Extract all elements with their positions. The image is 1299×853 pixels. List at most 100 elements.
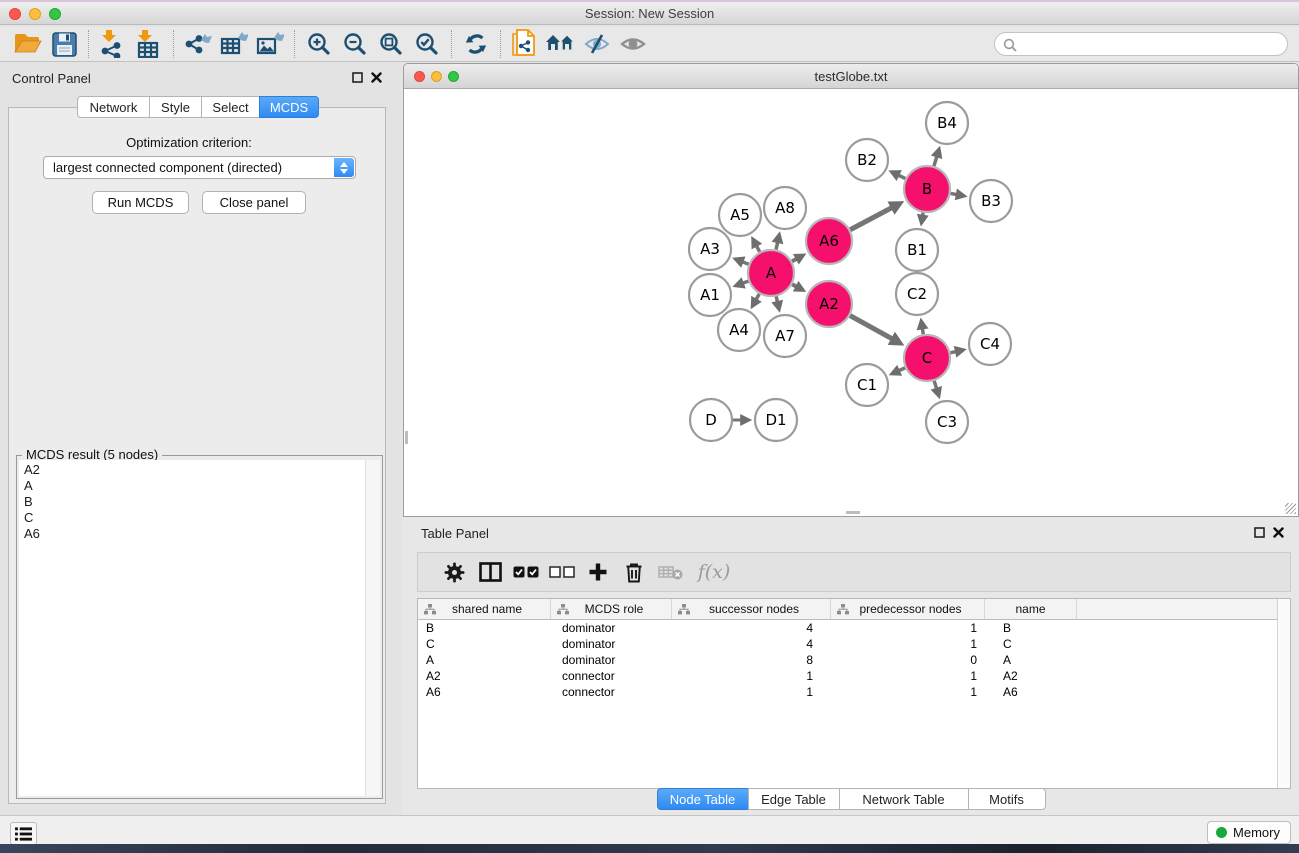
deselect-all-button[interactable] — [544, 556, 580, 588]
tab-network[interactable]: Network — [77, 96, 150, 118]
table-row[interactable]: A2connector11A2 — [418, 668, 1290, 684]
graph-node-C[interactable]: C — [904, 335, 950, 381]
column-header-name[interactable]: name — [985, 599, 1077, 619]
table-vertical-scrollbar[interactable] — [1277, 599, 1290, 788]
table-cell[interactable]: connector — [551, 669, 672, 683]
table-cell[interactable]: dominator — [551, 637, 672, 651]
criterion-dropdown[interactable]: largest connected component (directed) — [43, 156, 356, 179]
close-panel-icon[interactable] — [1273, 527, 1284, 538]
graph-node-C2[interactable]: C2 — [896, 273, 938, 315]
add-column-button[interactable] — [580, 556, 616, 588]
result-list-item[interactable]: A2 — [24, 462, 365, 478]
table-cell[interactable]: A2 — [985, 669, 1077, 683]
zoom-in-button[interactable] — [301, 28, 337, 60]
table-cell[interactable]: 1 — [831, 621, 985, 635]
table-cell[interactable]: 1 — [831, 685, 985, 699]
table-cell[interactable]: C — [418, 637, 551, 651]
graph-edge-A-A6[interactable] — [792, 255, 803, 261]
table-cell[interactable]: B — [985, 621, 1077, 635]
graph-node-C4[interactable]: C4 — [969, 323, 1011, 365]
graph-node-A1[interactable]: A1 — [689, 274, 731, 316]
graph-node-A5[interactable]: A5 — [719, 194, 761, 236]
zoom-fit-button[interactable] — [373, 28, 409, 60]
result-list-item[interactable]: C — [24, 510, 365, 526]
result-list-scrollbar[interactable] — [365, 460, 380, 796]
graph-node-A8[interactable]: A8 — [764, 187, 806, 229]
graph-edge-C-C3[interactable] — [934, 381, 938, 395]
result-list-item[interactable]: A6 — [24, 526, 365, 542]
graph-node-C3[interactable]: C3 — [926, 401, 968, 443]
show-all-button[interactable] — [615, 28, 651, 60]
table-row[interactable]: Adominator80A — [418, 652, 1290, 668]
refresh-network-button[interactable] — [458, 28, 494, 60]
open-session-button[interactable] — [10, 28, 46, 60]
table-cell[interactable]: 1 — [672, 669, 831, 683]
graph-edge-A-A1[interactable] — [736, 281, 748, 285]
graph-edge-B-B4[interactable] — [934, 150, 939, 166]
graph-edge-A6-B[interactable] — [850, 204, 899, 230]
result-list-item[interactable]: A — [24, 478, 365, 494]
export-image-button[interactable] — [252, 28, 288, 60]
graph-node-A2[interactable]: A2 — [806, 281, 852, 327]
float-panel-icon[interactable] — [352, 72, 363, 83]
graph-node-B3[interactable]: B3 — [970, 180, 1012, 222]
search-input[interactable] — [1021, 34, 1281, 54]
run-mcds-button[interactable]: Run MCDS — [92, 191, 189, 214]
table-row[interactable]: Bdominator41B — [418, 620, 1290, 636]
toggle-columns-button[interactable] — [472, 556, 508, 588]
hide-selected-button[interactable] — [579, 28, 615, 60]
table-cell[interactable]: A6 — [985, 685, 1077, 699]
network-horizontal-scrollbar[interactable] — [846, 511, 860, 514]
table-cell[interactable]: connector — [551, 685, 672, 699]
result-list-item[interactable]: B — [24, 494, 365, 510]
window-resize-grip[interactable] — [1285, 503, 1296, 514]
table-row[interactable]: Cdominator41C — [418, 636, 1290, 652]
graph-edge-A-A3[interactable] — [736, 259, 749, 264]
column-header-shared-name[interactable]: shared name — [418, 599, 551, 619]
column-header-mcds-role[interactable]: MCDS role — [551, 599, 672, 619]
first-neighbors-button[interactable] — [543, 28, 579, 60]
table-cell[interactable]: 4 — [672, 621, 831, 635]
table-cell[interactable]: A — [418, 653, 551, 667]
graph-node-D1[interactable]: D1 — [755, 399, 797, 441]
graph-node-B1[interactable]: B1 — [896, 229, 938, 271]
float-panel-icon[interactable] — [1254, 527, 1265, 538]
table-cell[interactable]: 0 — [831, 653, 985, 667]
graph-edge-B-B1[interactable] — [922, 213, 924, 223]
table-cell[interactable]: A6 — [418, 685, 551, 699]
table-cell[interactable]: 4 — [672, 637, 831, 651]
close-panel-button[interactable]: Close panel — [202, 191, 306, 214]
column-header-predecessor-nodes[interactable]: predecessor nodes — [831, 599, 985, 619]
graph-node-A3[interactable]: A3 — [689, 228, 731, 270]
graph-edge-A-A7[interactable] — [776, 296, 779, 308]
graph-node-A4[interactable]: A4 — [718, 309, 760, 351]
tab-network-table[interactable]: Network Table — [839, 788, 969, 810]
delete-column-button[interactable] — [616, 556, 652, 588]
graph-node-D[interactable]: D — [690, 399, 732, 441]
export-network-button[interactable] — [180, 28, 216, 60]
import-table-button[interactable] — [131, 28, 167, 60]
tab-node-table[interactable]: Node Table — [657, 788, 749, 810]
tab-style[interactable]: Style — [149, 96, 202, 118]
network-window-titlebar[interactable]: testGlobe.txt — [404, 64, 1298, 89]
table-cell[interactable]: B — [418, 621, 551, 635]
graph-node-B2[interactable]: B2 — [846, 139, 888, 181]
table-cell[interactable]: 1 — [672, 685, 831, 699]
table-cell[interactable]: 8 — [672, 653, 831, 667]
graph-edge-C-C1[interactable] — [893, 368, 906, 374]
table-cell[interactable]: 1 — [831, 637, 985, 651]
tab-motifs[interactable]: Motifs — [968, 788, 1046, 810]
graph-edge-A-A8[interactable] — [776, 235, 779, 249]
network-graph-canvas[interactable]: B4B2BB3A8A5A6A3B1AC2A1A2A4A7C4CC1DD1C3 — [404, 90, 1298, 516]
export-table-button[interactable] — [216, 28, 252, 60]
tab-select[interactable]: Select — [201, 96, 260, 118]
graph-node-C1[interactable]: C1 — [846, 364, 888, 406]
zoom-selected-button[interactable] — [409, 28, 445, 60]
graph-node-A[interactable]: A — [748, 250, 794, 296]
table-cell[interactable]: A — [985, 653, 1077, 667]
graph-edge-C-C2[interactable] — [921, 322, 923, 335]
zoom-out-button[interactable] — [337, 28, 373, 60]
graph-node-B[interactable]: B — [904, 166, 950, 212]
select-all-button[interactable] — [508, 556, 544, 588]
graph-edge-B-B3[interactable] — [951, 193, 964, 195]
